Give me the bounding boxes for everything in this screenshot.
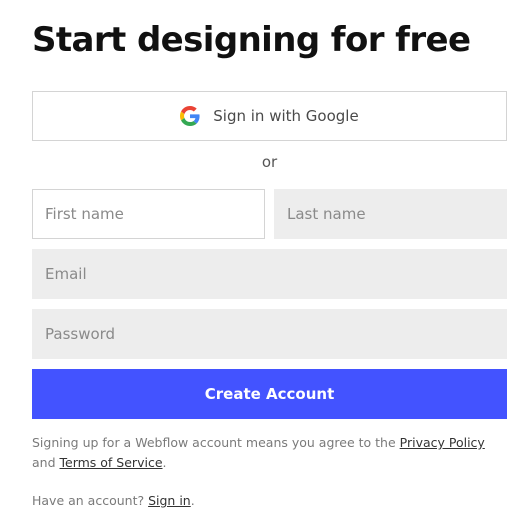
sign-in-link[interactable]: Sign in [148,493,191,508]
sign-in-prompt: Have an account? Sign in. [32,491,195,511]
last-name-input[interactable] [274,189,507,239]
or-divider: or [261,153,278,171]
legal-and: and [32,455,60,470]
signup-form-container: Start designing for free Sign in with Go… [32,0,507,508]
google-sign-in-button[interactable]: Sign in with Google [32,91,507,141]
google-g-icon [180,106,200,126]
create-account-button[interactable]: Create Account [32,369,507,419]
legal-notice: Signing up for a Webflow account means y… [32,433,507,473]
terms-of-service-link[interactable]: Terms of Service [60,455,163,470]
sign-in-prefix: Have an account? [32,493,149,508]
legal-suffix: . [162,455,167,470]
legal-prefix: Signing up for a Webflow account means y… [32,435,400,450]
page-title: Start designing for free [32,20,471,60]
sign-in-suffix: . [190,493,195,508]
email-input[interactable] [32,249,507,299]
first-name-input[interactable] [32,189,265,239]
password-input[interactable] [32,309,507,359]
google-sign-in-label: Sign in with Google [213,107,359,125]
privacy-policy-link[interactable]: Privacy Policy [400,435,485,450]
